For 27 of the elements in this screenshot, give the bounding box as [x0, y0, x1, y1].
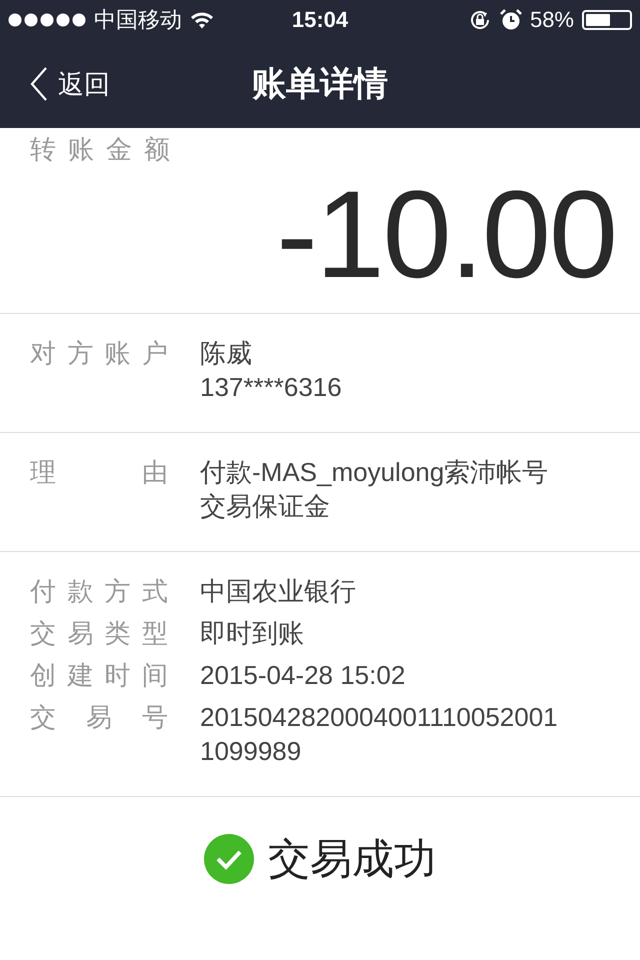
field-value: 陈威	[200, 337, 252, 370]
field-value: 中国农业银行	[200, 575, 356, 608]
field-label: 创建时间	[30, 659, 168, 692]
amount-value: -10.00	[276, 166, 616, 304]
field-label: 对方账户	[30, 337, 168, 370]
field-value: 137****6316	[200, 371, 342, 404]
wifi-icon	[190, 11, 214, 29]
battery-icon	[582, 10, 632, 30]
field-label: 理由	[30, 456, 168, 489]
signal-icon	[8, 13, 86, 27]
field-value: 即时到账	[200, 617, 304, 650]
check-circle-icon	[204, 834, 254, 884]
battery-percent: 58%	[530, 7, 574, 33]
field-value: 20150428200040011100520011099989	[200, 701, 559, 768]
field-label: 付款方式	[30, 575, 168, 608]
field-value: 2015-04-28 15:02	[200, 659, 406, 692]
status-text: 交易成功	[268, 834, 436, 884]
amount-label: 转账金额	[30, 133, 182, 166]
field-value: 付款-MAS_moyulong索沛帐号交易保证金	[200, 456, 550, 523]
field-label: 交易类型	[30, 617, 168, 650]
clock-time: 15:04	[292, 7, 348, 32]
field-label: 交易号	[30, 701, 168, 734]
page-title: 账单详情	[252, 65, 388, 103]
carrier-name: 中国移动	[94, 6, 182, 34]
alarm-icon	[500, 9, 522, 31]
back-button[interactable]: 返回	[30, 66, 110, 102]
chevron-left-icon	[30, 67, 48, 101]
